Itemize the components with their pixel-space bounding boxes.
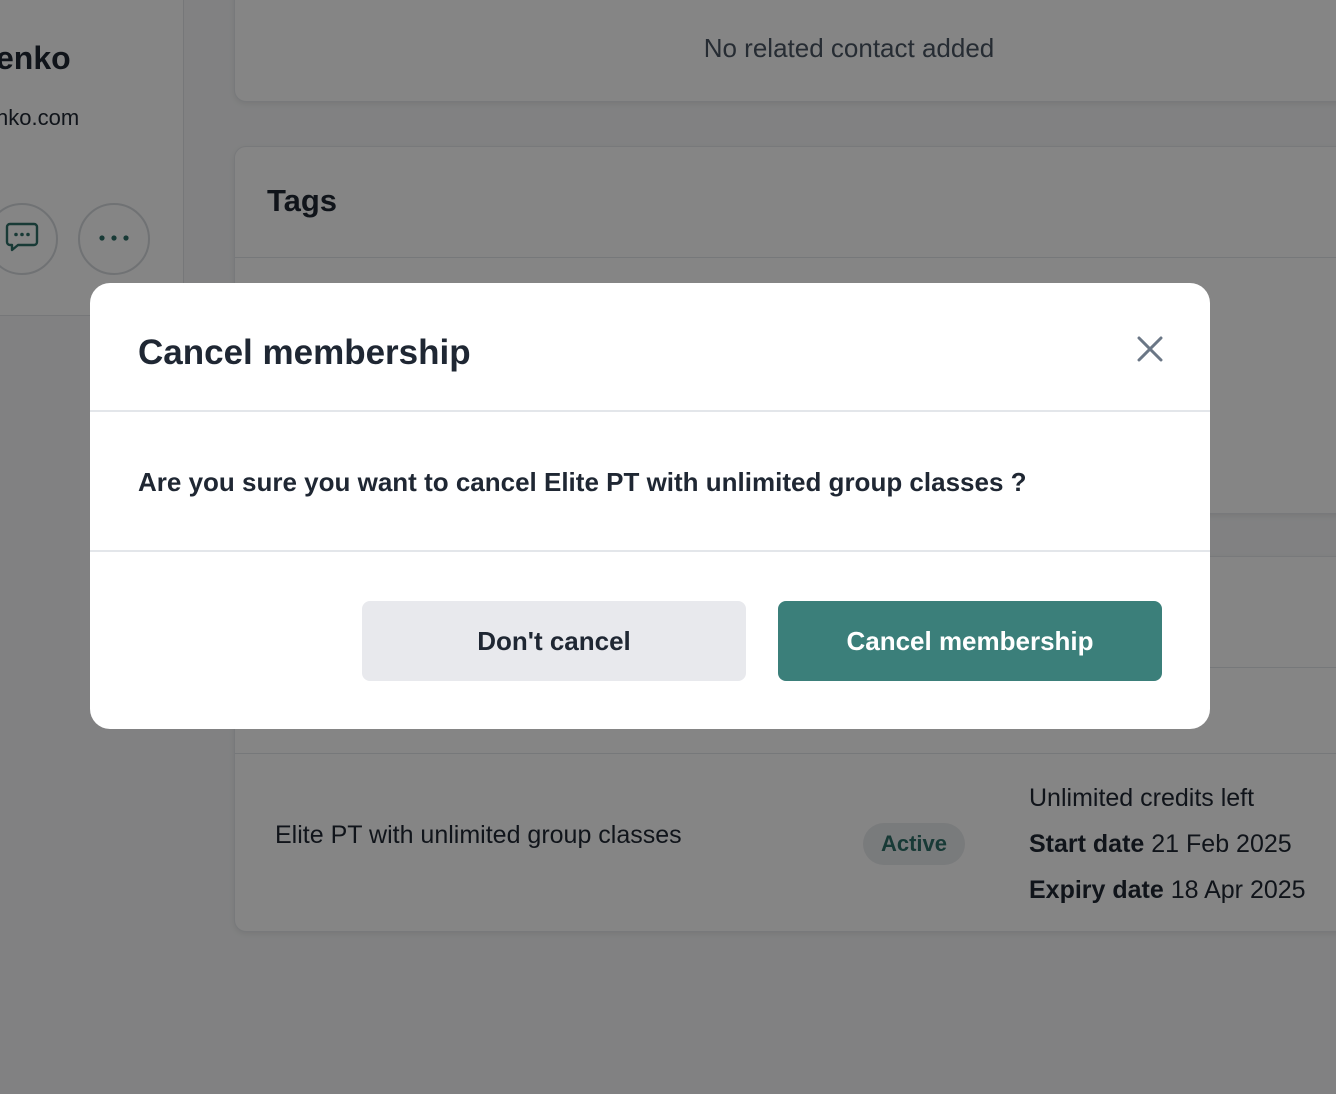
dialog-header: Cancel membership	[90, 283, 1210, 412]
confirm-cancel-membership-button[interactable]: Cancel membership	[778, 601, 1162, 681]
dialog-message: Are you sure you want to cancel Elite PT…	[138, 467, 1027, 497]
dont-cancel-button[interactable]: Don't cancel	[362, 601, 746, 681]
page: enko nko.com No related contact added Ta…	[0, 0, 1336, 1094]
close-icon	[1136, 335, 1164, 368]
cancel-membership-dialog: Cancel membership Are you sure you want …	[90, 283, 1210, 729]
dialog-body: Are you sure you want to cancel Elite PT…	[90, 412, 1210, 552]
close-button[interactable]	[1130, 331, 1170, 371]
dialog-title: Cancel membership	[138, 333, 471, 372]
